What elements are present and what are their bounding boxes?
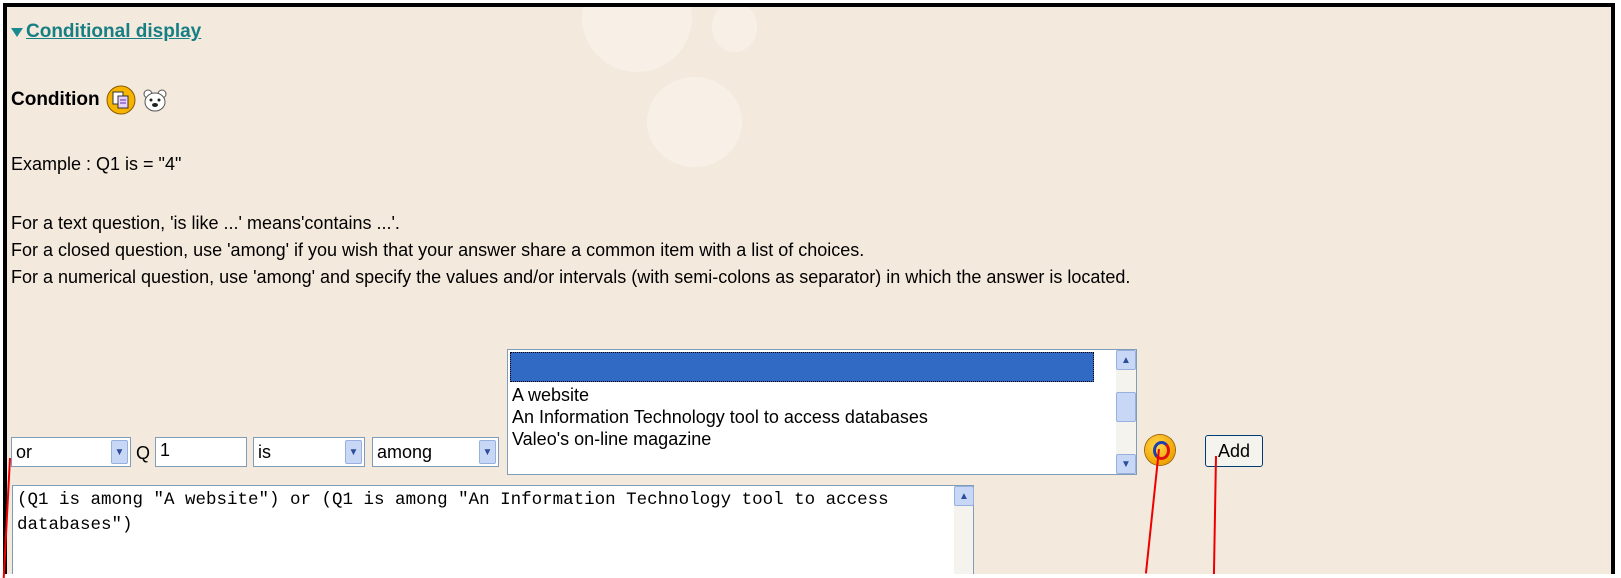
chevron-down-icon[interactable]: ▼: [479, 440, 496, 464]
scroll-down-icon[interactable]: ▼: [1116, 454, 1136, 474]
help-line-text: For a text question, 'is like ...' means…: [11, 213, 400, 233]
scroll-up-icon[interactable]: ▲: [1116, 350, 1136, 370]
refresh-icon[interactable]: [1145, 435, 1175, 465]
question-prefix: Q: [136, 443, 151, 463]
help-line-closed: For a closed question, use 'among' if yo…: [11, 240, 865, 260]
operator-select[interactable]: is ▼: [253, 437, 365, 467]
scroll-thumb[interactable]: [1116, 392, 1136, 422]
connector-select[interactable]: or ▼: [11, 437, 131, 467]
expand-triangle-icon[interactable]: [11, 27, 23, 37]
operator-value: is: [258, 441, 271, 462]
background-decoration: [582, 7, 692, 72]
answer-listbox[interactable]: A website An Information Technology tool…: [507, 349, 1137, 475]
comparison-select[interactable]: among ▼: [372, 437, 499, 467]
section-toggle[interactable]: Conditional display: [11, 21, 201, 43]
condition-textarea[interactable]: (Q1 is among "A website") or (Q1 is amon…: [12, 485, 974, 574]
textarea-scrollbar[interactable]: ▲: [954, 486, 974, 574]
question-list-icon[interactable]: [106, 85, 136, 115]
scroll-up-icon[interactable]: ▲: [954, 486, 974, 506]
conditional-display-panel: Conditional display Condition Example : …: [3, 3, 1615, 574]
list-item[interactable]: Valeo's on-line magazine: [508, 428, 1088, 450]
comparison-value: among: [377, 441, 433, 462]
condition-header: Condition: [11, 85, 168, 115]
listbox-scrollbar[interactable]: ▲ ▼: [1116, 350, 1136, 474]
section-title-link[interactable]: Conditional display: [26, 21, 201, 43]
condition-label: Condition: [11, 89, 100, 110]
question-number-input[interactable]: 1: [155, 437, 247, 467]
connector-value: or: [16, 441, 33, 462]
background-decoration: [712, 7, 757, 52]
list-item[interactable]: An Information Technology tool to access…: [508, 406, 1088, 428]
bear-help-icon[interactable]: [142, 88, 168, 112]
help-line-numerical: For a numerical question, use 'among' an…: [11, 267, 1131, 287]
chevron-down-icon[interactable]: ▼: [111, 440, 128, 464]
list-item[interactable]: [510, 352, 1094, 382]
background-decoration: [647, 77, 742, 167]
add-button[interactable]: Add: [1205, 435, 1263, 467]
list-item[interactable]: A website: [508, 384, 1088, 406]
example-text: Example : Q1 is = "4": [11, 154, 182, 174]
chevron-down-icon[interactable]: ▼: [345, 440, 362, 464]
